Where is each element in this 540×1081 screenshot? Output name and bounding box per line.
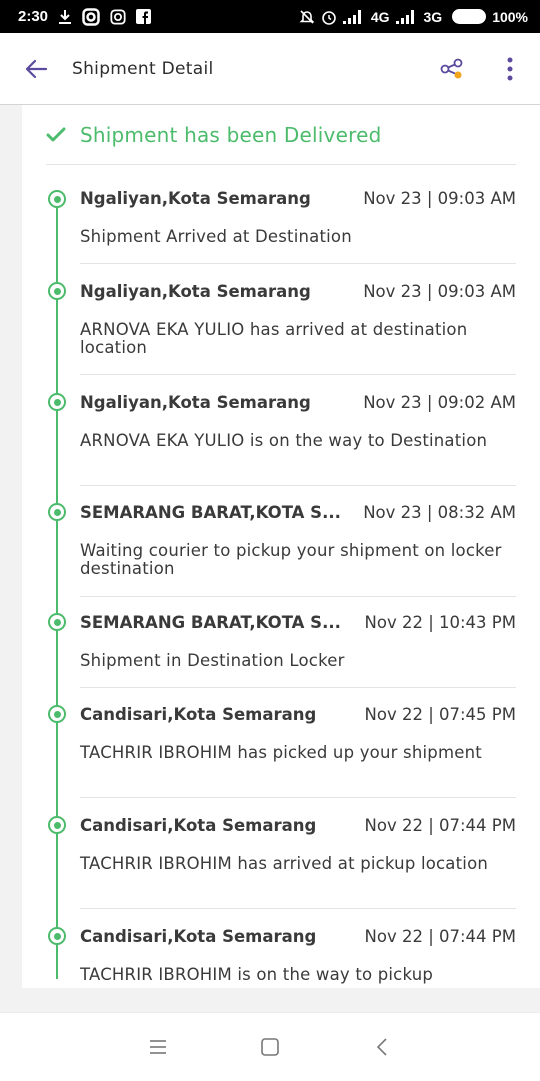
mute-icon: [299, 9, 315, 25]
menu-icon: [150, 1039, 166, 1054]
battery-icon: [452, 9, 487, 24]
event-time: Nov 23 | 08:32 AM: [363, 503, 516, 522]
system-nav-bar: [0, 1012, 540, 1080]
instagram-icon: [82, 7, 100, 26]
system-back-button[interactable]: [326, 1013, 438, 1081]
divider: [80, 263, 516, 264]
event-time: Nov 23 | 09:03 AM: [363, 189, 516, 208]
event-description: Waiting courier to pickup your shipment …: [80, 541, 502, 578]
delivery-status-label: Shipment has been Delivered: [80, 122, 382, 147]
timeline-dot-icon: [48, 613, 66, 631]
event-description: Shipment Arrived at Destination: [80, 227, 352, 246]
app-bar: Shipment Detail: [0, 33, 540, 105]
timeline-dot-icon: [48, 282, 66, 300]
delivery-status: Shipment has been Delivered: [46, 105, 516, 165]
event-location: Ngaliyan,Kota Semarang: [80, 189, 311, 208]
status-time: 2:30: [18, 8, 49, 25]
shipment-timeline-card: Shipment has been Delivered Ngaliyan,Kot…: [22, 105, 540, 988]
divider: [80, 797, 516, 798]
event-description: ARNOVA EKA YULIO has arrived at destinat…: [80, 320, 468, 357]
timeline-dot-icon: [48, 705, 66, 723]
timeline-dot-icon: [48, 816, 66, 834]
check-icon: [46, 127, 66, 141]
event-location: Candisari,Kota Semarang: [80, 927, 317, 946]
event-description: ARNOVA EKA YULIO is on the way to Destin…: [80, 431, 488, 450]
signal-icon: [342, 9, 365, 24]
event-time: Nov 22 | 07:44 PM: [364, 927, 516, 946]
event-time: Nov 22 | 07:45 PM: [364, 705, 516, 724]
timeline-dot-icon: [48, 927, 66, 945]
status-bar: 2:30 4G 3G 100%: [0, 0, 540, 33]
event-description: TACHRIR IBROHIM is on the way to pickup: [80, 965, 434, 984]
more-options-button[interactable]: [480, 33, 540, 105]
facebook-icon: [136, 9, 152, 24]
event-location: Ngaliyan,Kota Semarang: [80, 282, 311, 301]
timeline-dot-icon: [48, 190, 66, 208]
divider: [80, 687, 516, 688]
share-icon: [440, 58, 463, 78]
event-time: Nov 22 | 07:44 PM: [364, 816, 516, 835]
timeline-line: [56, 199, 58, 979]
event-description: Shipment in Destination Locker: [80, 651, 345, 670]
alarm-icon: [321, 9, 337, 25]
event-description: TACHRIR IBROHIM has picked up your shipm…: [80, 743, 482, 762]
recents-button[interactable]: [102, 1013, 214, 1081]
network-4g-label: 4G: [370, 8, 390, 25]
arrow-left-icon: [25, 59, 48, 78]
event-time: Nov 23 | 09:03 AM: [363, 282, 516, 301]
divider: [80, 596, 516, 597]
square-icon: [261, 1037, 279, 1056]
event-location: Candisari,Kota Semarang: [80, 816, 317, 835]
event-description: TACHRIR IBROHIM has arrived at pickup lo…: [80, 854, 489, 873]
download-icon: [58, 9, 72, 25]
event-location: Candisari,Kota Semarang: [80, 705, 317, 724]
timeline-dot-icon: [48, 503, 66, 521]
event-time: Nov 23 | 09:02 AM: [363, 393, 516, 412]
instagram-icon: [110, 8, 126, 25]
timeline-dot-icon: [48, 393, 66, 411]
network-3g-label: 3G: [423, 8, 443, 25]
share-button[interactable]: [424, 33, 480, 105]
divider: [80, 908, 516, 909]
home-button[interactable]: [214, 1013, 326, 1081]
more-vertical-icon: [507, 57, 513, 80]
back-button[interactable]: [0, 33, 72, 105]
signal-icon: [395, 9, 418, 24]
event-time: Nov 22 | 10:43 PM: [364, 613, 516, 632]
event-location: SEMARANG BARAT,KOTA S...: [80, 613, 341, 632]
divider: [80, 374, 516, 375]
battery-percent: 100%: [492, 8, 528, 25]
event-location: Ngaliyan,Kota Semarang: [80, 393, 311, 412]
page-title: Shipment Detail: [72, 58, 214, 79]
divider: [80, 485, 516, 486]
chevron-left-icon: [377, 1037, 387, 1056]
event-location: SEMARANG BARAT,KOTA S...: [80, 503, 341, 522]
